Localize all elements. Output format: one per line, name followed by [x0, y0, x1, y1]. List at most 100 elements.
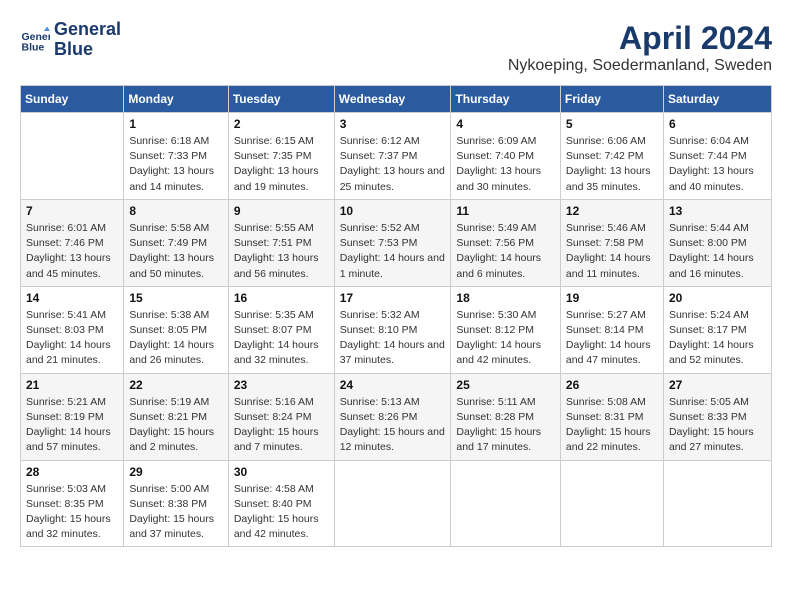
calendar-week-3: 14 Sunrise: 5:41 AMSunset: 8:03 PMDayligh… — [21, 286, 772, 373]
logo: General Blue General Blue — [20, 20, 121, 60]
day-info: Sunrise: 5:21 AMSunset: 8:19 PMDaylight:… — [26, 395, 118, 456]
day-info: Sunrise: 5:11 AMSunset: 8:28 PMDaylight:… — [456, 395, 555, 456]
day-info: Sunrise: 5:58 AMSunset: 7:49 PMDaylight:… — [129, 221, 222, 282]
day-info: Sunrise: 6:09 AMSunset: 7:40 PMDaylight:… — [456, 134, 555, 195]
calendar-cell: 5 Sunrise: 6:06 AMSunset: 7:42 PMDaylight… — [560, 113, 663, 200]
day-info: Sunrise: 5:41 AMSunset: 8:03 PMDaylight:… — [26, 308, 118, 369]
day-info: Sunrise: 5:27 AMSunset: 8:14 PMDaylight:… — [566, 308, 658, 369]
calendar-cell: 8 Sunrise: 5:58 AMSunset: 7:49 PMDaylight… — [124, 199, 228, 286]
calendar-cell: 12 Sunrise: 5:46 AMSunset: 7:58 PMDayligh… — [560, 199, 663, 286]
day-number: 21 — [26, 378, 118, 392]
day-info: Sunrise: 6:15 AMSunset: 7:35 PMDaylight:… — [234, 134, 329, 195]
calendar-cell: 13 Sunrise: 5:44 AMSunset: 8:00 PMDayligh… — [663, 199, 771, 286]
day-number: 15 — [129, 291, 222, 305]
day-info: Sunrise: 5:49 AMSunset: 7:56 PMDaylight:… — [456, 221, 555, 282]
day-number: 4 — [456, 117, 555, 131]
day-number: 27 — [669, 378, 766, 392]
calendar-cell: 25 Sunrise: 5:11 AMSunset: 8:28 PMDayligh… — [451, 373, 561, 460]
calendar-cell: 17 Sunrise: 5:32 AMSunset: 8:10 PMDayligh… — [334, 286, 451, 373]
day-number: 25 — [456, 378, 555, 392]
calendar-cell: 30 Sunrise: 4:58 AMSunset: 8:40 PMDayligh… — [228, 460, 334, 547]
calendar-cell: 9Sunrise: 5:55 AMSunset: 7:51 PMDaylight… — [228, 199, 334, 286]
day-number: 9 — [234, 204, 329, 218]
calendar-cell — [560, 460, 663, 547]
calendar-cell: 1Sunrise: 6:18 AMSunset: 7:33 PMDaylight… — [124, 113, 228, 200]
day-number: 22 — [129, 378, 222, 392]
day-info: Sunrise: 5:52 AMSunset: 7:53 PMDaylight:… — [340, 221, 446, 282]
day-info: Sunrise: 5:13 AMSunset: 8:26 PMDaylight:… — [340, 395, 446, 456]
calendar-cell: 2 Sunrise: 6:15 AMSunset: 7:35 PMDaylight… — [228, 113, 334, 200]
day-info: Sunrise: 5:30 AMSunset: 8:12 PMDaylight:… — [456, 308, 555, 369]
calendar-cell: 11Sunrise: 5:49 AMSunset: 7:56 PMDayligh… — [451, 199, 561, 286]
calendar-cell: 20 Sunrise: 5:24 AMSunset: 8:17 PMDayligh… — [663, 286, 771, 373]
svg-text:Blue: Blue — [22, 41, 45, 53]
location-subtitle: Nykoeping, Soedermanland, Sweden — [508, 57, 772, 75]
calendar-cell: 15Sunrise: 5:38 AMSunset: 8:05 PMDayligh… — [124, 286, 228, 373]
day-number: 6 — [669, 117, 766, 131]
calendar-cell: 22Sunrise: 5:19 AMSunset: 8:21 PMDayligh… — [124, 373, 228, 460]
weekday-header-row: SundayMondayTuesdayWednesdayThursdayFrid… — [21, 86, 772, 113]
day-number: 16 — [234, 291, 329, 305]
day-info: Sunrise: 6:04 AMSunset: 7:44 PMDaylight:… — [669, 134, 766, 195]
day-number: 10 — [340, 204, 446, 218]
weekday-header-thursday: Thursday — [451, 86, 561, 113]
calendar-cell: 19 Sunrise: 5:27 AMSunset: 8:14 PMDayligh… — [560, 286, 663, 373]
calendar-cell: 24 Sunrise: 5:13 AMSunset: 8:26 PMDayligh… — [334, 373, 451, 460]
month-year-title: April 2024 — [508, 20, 772, 57]
weekday-header-friday: Friday — [560, 86, 663, 113]
calendar-cell: 29Sunrise: 5:00 AMSunset: 8:38 PMDayligh… — [124, 460, 228, 547]
day-info: Sunrise: 5:03 AMSunset: 8:35 PMDaylight:… — [26, 482, 118, 543]
calendar-cell: 14 Sunrise: 5:41 AMSunset: 8:03 PMDayligh… — [21, 286, 124, 373]
weekday-header-saturday: Saturday — [663, 86, 771, 113]
calendar-cell: 28 Sunrise: 5:03 AMSunset: 8:35 PMDayligh… — [21, 460, 124, 547]
logo-icon: General Blue — [20, 25, 50, 55]
day-number: 8 — [129, 204, 222, 218]
calendar-cell: 21 Sunrise: 5:21 AMSunset: 8:19 PMDayligh… — [21, 373, 124, 460]
day-number: 13 — [669, 204, 766, 218]
calendar-cell: 3 Sunrise: 6:12 AMSunset: 7:37 PMDaylight… — [334, 113, 451, 200]
day-number: 19 — [566, 291, 658, 305]
day-number: 18 — [456, 291, 555, 305]
day-number: 20 — [669, 291, 766, 305]
day-number: 23 — [234, 378, 329, 392]
calendar-cell: 7Sunrise: 6:01 AMSunset: 7:46 PMDaylight… — [21, 199, 124, 286]
page-header: General Blue General Blue April 2024 Nyk… — [20, 20, 772, 75]
day-number: 12 — [566, 204, 658, 218]
day-number: 1 — [129, 117, 222, 131]
day-number: 2 — [234, 117, 329, 131]
weekday-header-monday: Monday — [124, 86, 228, 113]
calendar-cell: 6 Sunrise: 6:04 AMSunset: 7:44 PMDaylight… — [663, 113, 771, 200]
day-info: Sunrise: 4:58 AMSunset: 8:40 PMDaylight:… — [234, 482, 329, 543]
day-number: 7 — [26, 204, 118, 218]
calendar-cell — [663, 460, 771, 547]
day-info: Sunrise: 5:35 AMSunset: 8:07 PMDaylight:… — [234, 308, 329, 369]
day-number: 14 — [26, 291, 118, 305]
day-number: 5 — [566, 117, 658, 131]
title-block: April 2024 Nykoeping, Soedermanland, Swe… — [508, 20, 772, 75]
calendar-cell — [451, 460, 561, 547]
day-info: Sunrise: 5:46 AMSunset: 7:58 PMDaylight:… — [566, 221, 658, 282]
day-info: Sunrise: 5:24 AMSunset: 8:17 PMDaylight:… — [669, 308, 766, 369]
logo-text: General Blue — [54, 20, 121, 60]
day-number: 30 — [234, 465, 329, 479]
day-info: Sunrise: 6:12 AMSunset: 7:37 PMDaylight:… — [340, 134, 446, 195]
calendar-cell: 27 Sunrise: 5:05 AMSunset: 8:33 PMDayligh… — [663, 373, 771, 460]
day-number: 26 — [566, 378, 658, 392]
day-info: Sunrise: 5:08 AMSunset: 8:31 PMDaylight:… — [566, 395, 658, 456]
day-number: 28 — [26, 465, 118, 479]
calendar-cell: 23Sunrise: 5:16 AMSunset: 8:24 PMDayligh… — [228, 373, 334, 460]
day-number: 3 — [340, 117, 446, 131]
day-info: Sunrise: 5:05 AMSunset: 8:33 PMDaylight:… — [669, 395, 766, 456]
day-info: Sunrise: 5:44 AMSunset: 8:00 PMDaylight:… — [669, 221, 766, 282]
weekday-header-sunday: Sunday — [21, 86, 124, 113]
calendar-table: SundayMondayTuesdayWednesdayThursdayFrid… — [20, 85, 772, 547]
calendar-cell: 10 Sunrise: 5:52 AMSunset: 7:53 PMDayligh… — [334, 199, 451, 286]
calendar-week-5: 28 Sunrise: 5:03 AMSunset: 8:35 PMDayligh… — [21, 460, 772, 547]
day-number: 24 — [340, 378, 446, 392]
calendar-week-2: 7Sunrise: 6:01 AMSunset: 7:46 PMDaylight… — [21, 199, 772, 286]
day-number: 29 — [129, 465, 222, 479]
day-number: 17 — [340, 291, 446, 305]
day-info: Sunrise: 6:06 AMSunset: 7:42 PMDaylight:… — [566, 134, 658, 195]
day-info: Sunrise: 5:32 AMSunset: 8:10 PMDaylight:… — [340, 308, 446, 369]
calendar-week-4: 21 Sunrise: 5:21 AMSunset: 8:19 PMDayligh… — [21, 373, 772, 460]
